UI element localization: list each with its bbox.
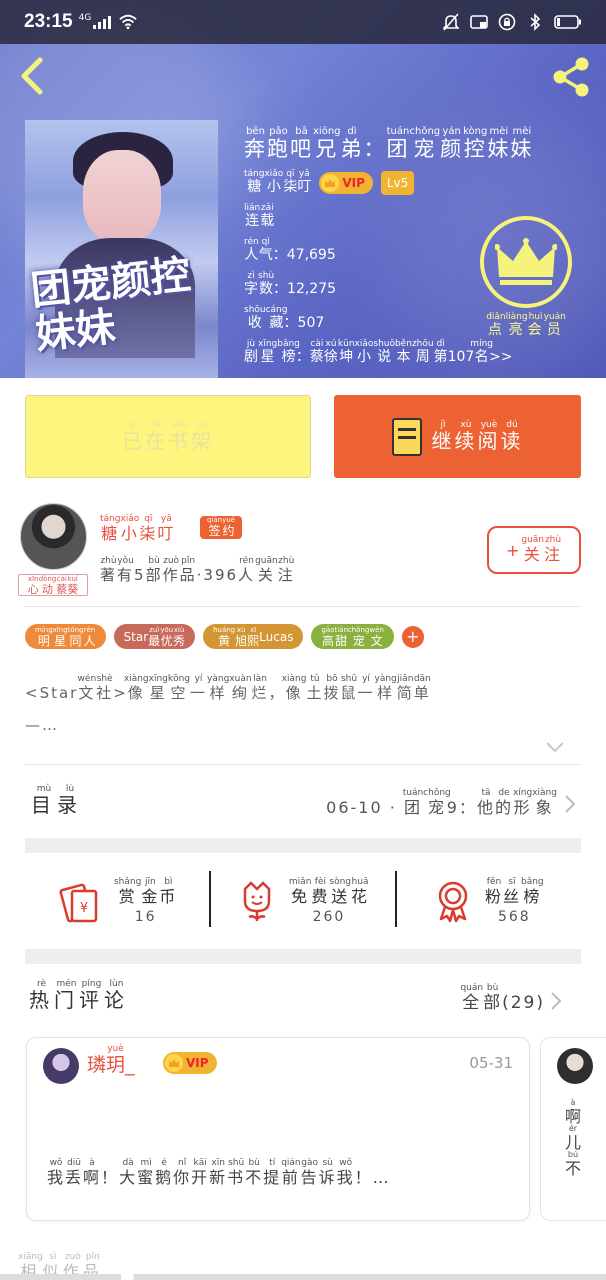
comment-text: 啊à 儿ér 不bú xyxy=(564,1098,581,1178)
tag-item[interactable]: 高gāo甜tián宠chǒng文wén xyxy=(311,624,394,649)
crown-icon xyxy=(480,216,572,308)
mute-icon xyxy=(442,13,460,31)
gift-label: 粉fěn丝sī榜bǎng xyxy=(484,877,544,906)
tag-item[interactable]: 黄huáng旭xù熙xī Lucas xyxy=(203,624,304,649)
signed-badge: 签qiān约yuē xyxy=(200,516,243,539)
bluetooth-icon xyxy=(526,13,544,31)
author-section: 心xīn动dòng蔡cài葵kuí 糖táng小xiǎo柒qī叮yǎ 签qiān… xyxy=(0,500,606,605)
gift-row: ¥ 赏shǎng金jīn币bì 16 免miǎn费fèi送sòng花huā 260 … xyxy=(25,853,581,949)
comment-card[interactable]: 璘玥yuè_ VIP 05-31 我wǒ丢diū啊à！大dà蜜mì鹅é你nǐ开k… xyxy=(26,1037,530,1221)
chevron-right-icon[interactable] xyxy=(549,991,563,1011)
comment-date: 05-31 xyxy=(469,1054,513,1072)
gift-value: 568 xyxy=(497,909,531,925)
back-button[interactable] xyxy=(14,54,54,98)
status-icons xyxy=(442,13,582,31)
gift-label: 赏shǎng金jīn币bì xyxy=(113,877,178,906)
sim-icon xyxy=(470,13,488,31)
fans-rank-button[interactable]: 粉fěn丝sī榜bǎng 568 xyxy=(396,853,581,949)
battery-icon xyxy=(554,13,582,31)
member-button[interactable]: 点diǎn亮liàng会huì员yuán xyxy=(468,216,584,346)
flower-icon xyxy=(243,881,271,921)
follow-button[interactable]: + 关guān注zhù xyxy=(487,526,581,574)
commenter-name[interactable]: 璘玥yuè_ xyxy=(87,1044,135,1077)
similar-works-strip xyxy=(0,1274,606,1280)
comment-count: (29) xyxy=(502,993,545,1013)
commenter-avatar[interactable] xyxy=(557,1048,593,1084)
comment-card[interactable]: 啊à 儿ér 不bú xyxy=(540,1037,606,1221)
expand-chevron-icon[interactable] xyxy=(545,740,565,754)
share-button[interactable] xyxy=(548,54,594,100)
catalog-label: 目mù录lù xyxy=(31,784,83,817)
svg-text:¥: ¥ xyxy=(80,901,88,916)
hot-comments-header: 热rè门mén评píng论lùn 全quán部bù(29) xyxy=(25,975,581,1025)
cover-face xyxy=(83,150,161,242)
section-separator xyxy=(25,949,581,964)
vip-badge: VIP xyxy=(163,1052,217,1074)
status-time: 23:15 xyxy=(24,11,73,32)
comment-text: 我wǒ丢diū啊à！大dà蜜mì鹅é你nǐ开kāi新xīn书shū不bù提tí前… xyxy=(47,1158,391,1187)
hot-comments-title: 热rè门mén评píng论lùn xyxy=(29,979,129,1012)
latest-chapter: 06-10 · 团tuán宠chǒng9：他tā的de形xíng象xiàng xyxy=(326,788,557,817)
free-flower-button[interactable]: 免miǎn费fèi送sòng花huā 260 xyxy=(210,853,395,949)
gift-label: 免miǎn费fèi送sòng花huā xyxy=(288,877,370,906)
cover-title: 团宠颜控妹妹 xyxy=(28,250,193,359)
tag-list: 明míng星xīng同tóng人rén Star 最zuì优yōu秀xiù 黄hu… xyxy=(25,624,424,649)
catalog-row[interactable]: 目mù录lù 06-10 · 团tuán宠chǒng9：他tā的de形xíng象… xyxy=(25,780,581,828)
medal-icon xyxy=(438,881,468,923)
share-icon xyxy=(553,57,589,97)
popularity-value: 47,695 xyxy=(286,247,336,263)
commenter-avatar[interactable] xyxy=(43,1048,79,1084)
book-author-row: 糖táng小xiǎo柒qī叮yǎ VIP Lv5 xyxy=(244,169,606,197)
author-name[interactable]: 糖táng小xiǎo柒qī叮yǎ xyxy=(100,514,175,544)
section-separator xyxy=(25,838,581,853)
gift-value: 260 xyxy=(312,909,346,925)
word-count-value: 12,275 xyxy=(287,281,337,297)
gift-divider xyxy=(209,871,211,927)
gift-value: 16 xyxy=(134,909,157,925)
works-count: 5 xyxy=(134,566,146,584)
crown-icon xyxy=(321,174,340,192)
divider xyxy=(25,764,581,765)
gift-divider xyxy=(395,871,397,927)
vip-badge: VIP xyxy=(319,172,373,194)
author-avatar[interactable] xyxy=(20,503,87,570)
divider xyxy=(25,606,581,607)
tag-item[interactable]: 明míng星xīng同tóng人rén xyxy=(25,624,106,649)
book-cover[interactable]: 团宠颜控妹妹 xyxy=(25,120,218,378)
back-arrow-icon xyxy=(21,57,43,95)
book-icon xyxy=(391,417,422,456)
in-shelf-button[interactable]: 已yǐ在zài书shū架jià xyxy=(25,395,311,478)
author-stats: 著zhù有yǒu5部bù作zuò品pǐn·396人rén关guān注zhù xyxy=(100,556,295,584)
reward-coins-button[interactable]: ¥ 赏shǎng金jīn币bì 16 xyxy=(25,853,210,949)
signal-icon xyxy=(93,15,112,29)
chevron-right-icon xyxy=(565,795,576,813)
continue-reading-button[interactable]: 继jì续xù阅yuè读dú xyxy=(334,395,581,478)
add-tag-button[interactable]: + xyxy=(401,625,424,648)
book-description[interactable]: <Star文wén社shè>像xiàng星xīng空kōng一yí样yàng绚x… xyxy=(25,674,545,741)
book-detail-page: 23:15 4G 团宠颜控妹妹 奔bēn跑pǎo吧bā兄xiōng弟dì：团tu… xyxy=(0,0,606,1280)
status-bar: 23:15 4G xyxy=(0,0,606,44)
network-type: 4G xyxy=(78,13,92,23)
book-title: 奔bēn跑pǎo吧bā兄xiōng弟dì：团tuán宠chǒng颜yán控kòn… xyxy=(244,126,534,161)
book-author-name[interactable]: 糖táng小xiǎo柒qī叮yǎ xyxy=(244,169,311,197)
member-label: 点diǎn亮liàng会huì员yuán xyxy=(486,312,566,338)
wifi-icon xyxy=(119,13,138,31)
all-comments-link[interactable]: 全quán部bù(29) xyxy=(460,983,545,1013)
tag-item[interactable]: Star 最zuì优yōu秀xiù xyxy=(113,624,196,649)
lock-rotation-icon xyxy=(498,13,516,31)
fans-count: 396 xyxy=(203,566,239,584)
favorites-value: 507 xyxy=(297,315,325,331)
avatar-tag: 心xīn动dòng蔡cài葵kuí xyxy=(18,574,88,596)
red-envelope-icon: ¥ xyxy=(59,883,98,923)
level-badge: Lv5 xyxy=(380,171,415,195)
crown-icon xyxy=(165,1054,183,1072)
